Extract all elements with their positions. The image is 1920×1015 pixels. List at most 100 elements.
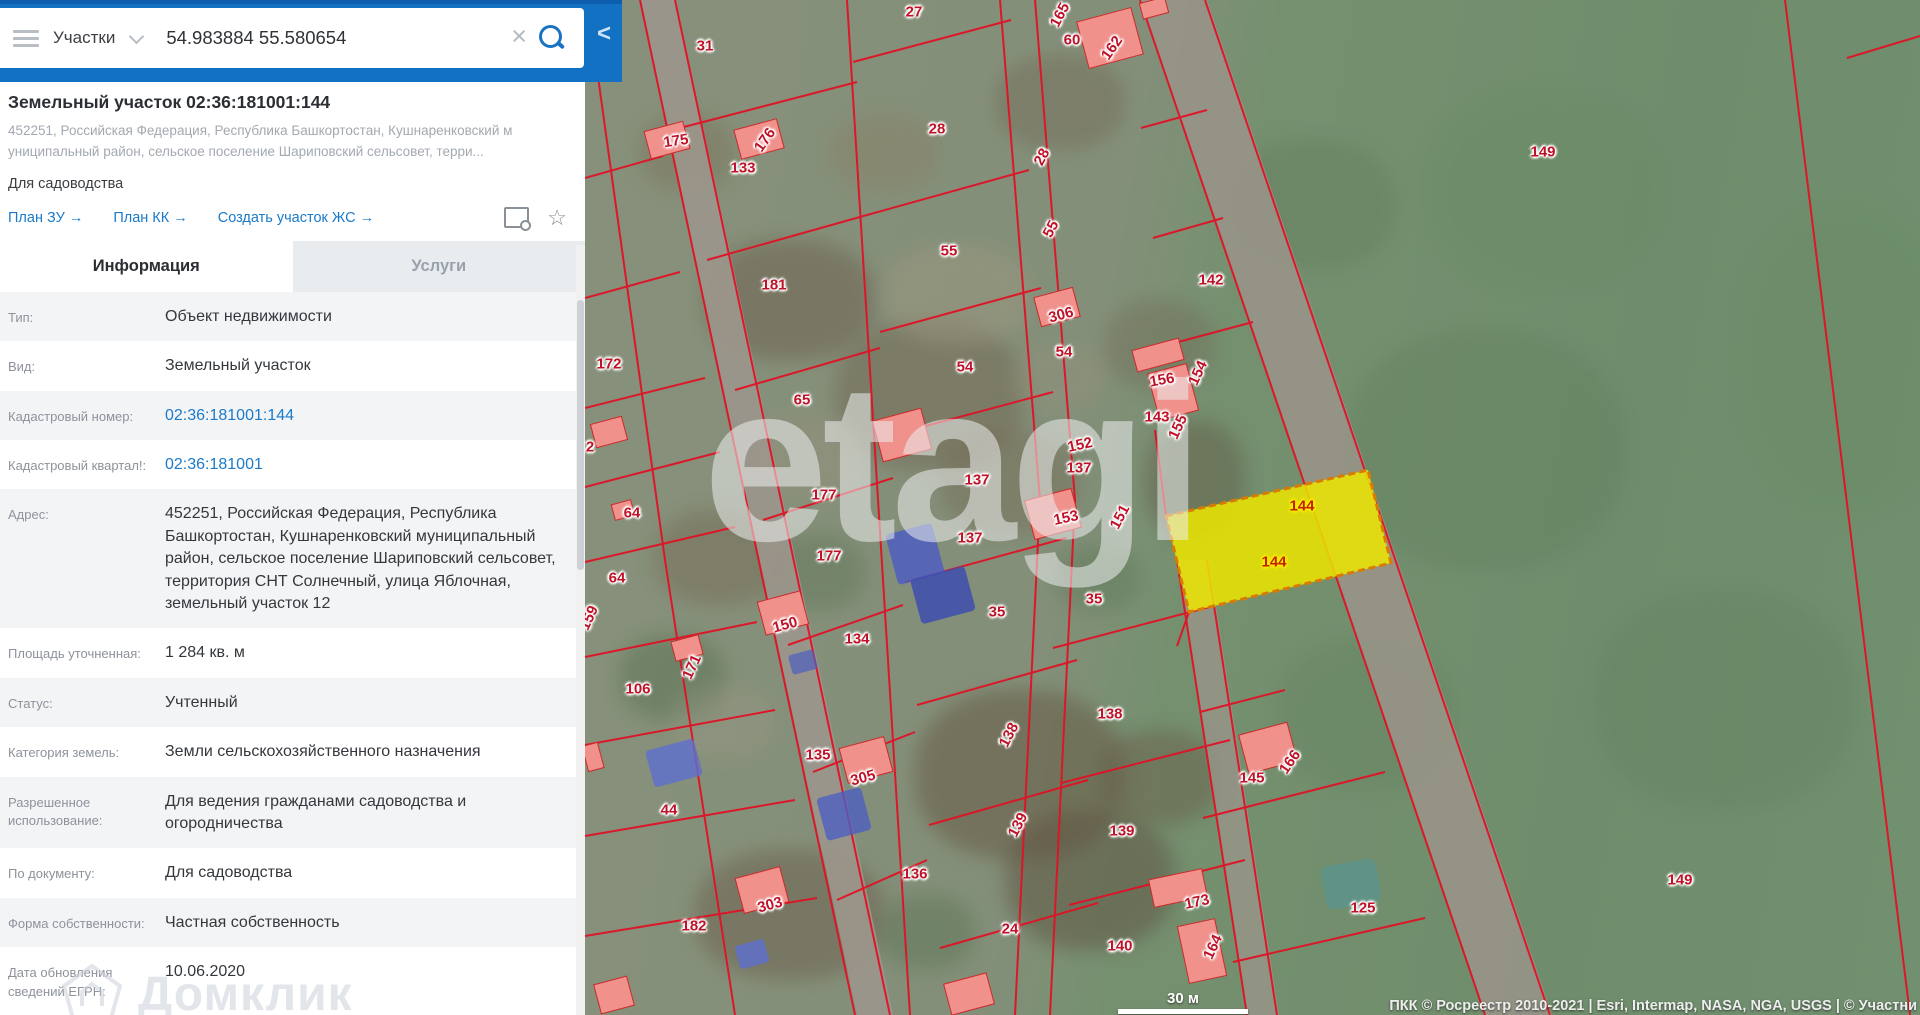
parcel-label-65[interactable]: 65 [794,392,811,409]
parcel-label-145[interactable]: 145 [1239,770,1264,787]
panel-scrollbar[interactable] [576,245,585,1015]
parcel-label-31[interactable]: 31 [697,38,714,55]
parcel-label-137[interactable]: 137 [1066,460,1091,477]
parcel-label-159[interactable]: 159 [585,603,602,633]
parcel-label-55[interactable]: 55 [1040,218,1063,241]
attribute-row: Кадастровый квартал!: 02:36:181001 [0,440,585,489]
parcel-label-306[interactable]: 306 [1047,304,1076,327]
parcel-label-138[interactable]: 138 [996,720,1023,750]
parcel-label-139[interactable]: 139 [1005,810,1032,840]
parcel-number-layer: 31 27 165 60 162 149 175 176 133 28 28 55 55 181 142 30… [585,0,1920,1015]
parcel-label-64[interactable]: 64 [609,570,626,587]
map-canvas[interactable]: etagi 31 27 165 60 162 149 175 176 133 28 28 55 55 18… [585,0,1920,1015]
parcel-label-140[interactable]: 140 [1107,938,1132,955]
parcel-label-305[interactable]: 305 [849,767,878,790]
chevron-down-icon[interactable] [129,28,145,44]
parcel-label-55[interactable]: 55 [941,243,958,260]
attribute-label: Разрешенное использование: [8,794,103,829]
attribute-row: Адрес: 452251, Российская Федерация, Респ… [0,489,585,629]
parcel-label-149[interactable]: 149 [1530,144,1555,161]
favorite-star-icon[interactable]: ☆ [547,206,567,229]
parcel-label-177[interactable]: 177 [816,548,841,565]
preview-plan-icon[interactable] [504,207,532,232]
parcel-label-64[interactable]: 64 [624,505,641,522]
parcel-label-303[interactable]: 303 [756,894,785,917]
collapse-panel-icon[interactable]: < [597,20,611,48]
parcel-label-181[interactable]: 181 [761,277,786,294]
attribute-value-link[interactable]: 02:36:181001 [165,454,575,476]
parcel-label-135[interactable]: 135 [805,747,830,764]
search-icon[interactable] [539,24,562,48]
attribute-row: Дата обновления сведений ЕГРН: 10.06.2020 [0,947,585,1015]
parcel-label-27[interactable]: 27 [906,4,923,21]
create-parcel-link[interactable]: Создать участок ЖС → [218,210,374,226]
search-input[interactable] [164,26,512,50]
plan-kk-link[interactable]: План КК → [113,210,187,226]
parcel-label-35[interactable]: 35 [1086,591,1103,608]
scrollbar-thumb[interactable] [577,300,584,570]
parcel-label-54[interactable]: 54 [1056,344,1073,361]
tab-information[interactable]: Информация [0,240,293,292]
parcel-label-182[interactable]: 182 [681,918,706,935]
parcel-label-35[interactable]: 35 [989,604,1006,621]
parcel-label-142[interactable]: 142 [1198,272,1223,289]
attribute-row: Статус: Учтенный [0,677,585,728]
plan-zu-link[interactable]: План ЗУ → [8,210,83,226]
parcel-label-137[interactable]: 137 [957,530,982,547]
parcel-label-125[interactable]: 125 [1350,900,1375,917]
attribute-value: Учтенный [165,693,238,711]
attribute-label: Тип: [8,309,34,325]
attribute-value: 10.06.2020 [165,963,246,981]
parcel-label-152[interactable]: 152 [1066,434,1094,456]
parcel-label-162[interactable]: 162 [1098,33,1126,63]
attribute-row: Вид: Земельный участок [0,341,585,390]
attribute-value: 452251, Российская Федерация, Республика… [165,505,556,612]
search-category-select[interactable]: Участки [53,28,115,48]
parcel-label-166[interactable]: 166 [1276,747,1304,777]
parcel-label-133[interactable]: 133 [730,160,755,177]
attribute-value-link[interactable]: 02:36:181001:144 [165,405,575,427]
parcel-label-151[interactable]: 151 [1107,502,1134,532]
parcel-label-149[interactable]: 149 [1667,872,1692,889]
parcel-label-136[interactable]: 136 [902,866,927,883]
clear-search-icon[interactable]: × [511,22,527,50]
parcel-label-144[interactable]: 144 [1261,554,1286,571]
parcel-label-143[interactable]: 143 [1144,409,1169,426]
attribute-label: Дата обновления сведений ЕГРН: [8,965,113,999]
parcel-title: Земельный участок 02:36:181001:144 [8,92,331,112]
parcel-label-54[interactable]: 54 [957,359,974,376]
tab-services[interactable]: Услуги [292,240,585,292]
parcel-label-171[interactable]: 171 [679,652,705,682]
attribute-label: По документу: [8,866,95,882]
parcel-label-175[interactable]: 175 [662,131,689,151]
attributes-table: Тип: Объект недвижимости Вид: Земельный уча… [0,291,585,1015]
parcel-label-172[interactable]: 172 [596,356,621,373]
parcel-label-165[interactable]: 165 [1047,0,1074,30]
parcel-label-164[interactable]: 164 [1200,932,1226,962]
parcel-label-134[interactable]: 134 [844,631,869,648]
parcel-label-156[interactable]: 156 [1148,369,1176,390]
parcel-label-176[interactable]: 176 [751,125,779,155]
parcel-label-150[interactable]: 150 [771,614,800,637]
parcel-label-137[interactable]: 137 [964,472,989,489]
parcel-label-154[interactable]: 154 [1185,358,1211,388]
attribute-row: Форма собственности: Частная собственност… [0,897,585,948]
parcel-label-28[interactable]: 28 [929,121,946,138]
attribute-label: Адрес: [8,507,49,523]
parcel-label-44[interactable]: 44 [661,802,678,819]
menu-icon[interactable] [13,26,39,51]
parcel-label-144[interactable]: 144 [1289,498,1314,515]
attribute-value: 1 284 кв. м [165,644,245,662]
parcel-label-60[interactable]: 60 [1064,32,1081,49]
parcel-label-173[interactable]: 173 [1183,891,1211,913]
parcel-label-2[interactable]: 2 [586,439,594,456]
parcel-label-28[interactable]: 28 [1031,146,1054,169]
parcel-label-177[interactable]: 177 [811,487,836,504]
parcel-label-153[interactable]: 153 [1052,507,1080,529]
parcel-label-24[interactable]: 24 [1002,921,1019,938]
attribute-row: По документу: Для садоводства [0,848,585,897]
parcel-label-139[interactable]: 139 [1109,823,1134,840]
attribute-label: Форма собственности: [8,915,145,931]
parcel-label-138[interactable]: 138 [1097,706,1122,723]
parcel-label-106[interactable]: 106 [625,681,650,698]
